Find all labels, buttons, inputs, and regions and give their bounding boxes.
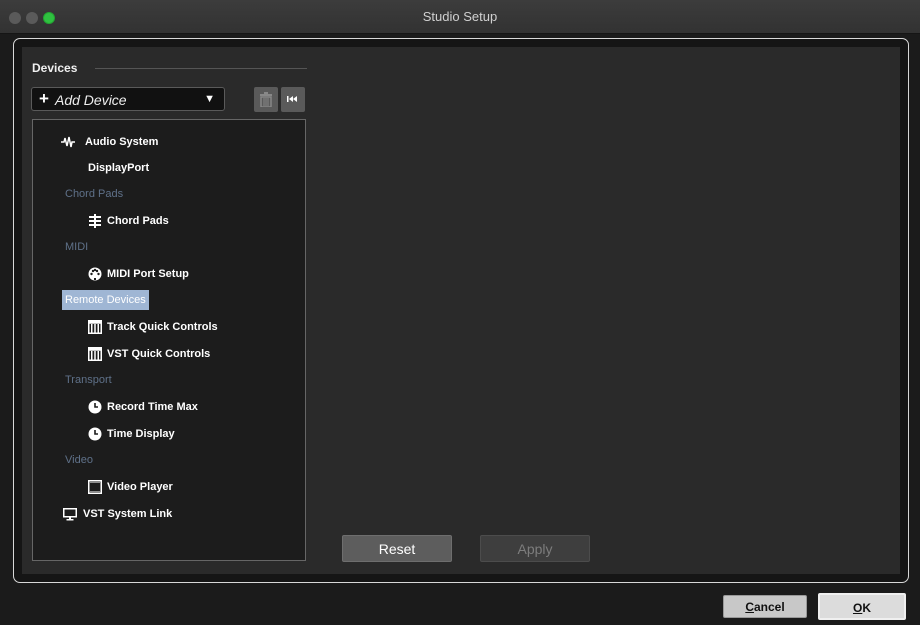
keyboard-icon [88,320,102,334]
tree-item-label: Chord Pads [107,215,169,227]
tree-item-label: DisplayPort [88,162,150,174]
tree-category-label: MIDI [65,241,89,253]
clock-icon [88,427,102,441]
tree-category-transport[interactable]: Transport [65,370,112,390]
dropdown-arrow-icon: ▼ [204,93,215,105]
ok-button[interactable]: OK [818,593,906,620]
add-device-dropdown[interactable]: + Add Device ▼ [31,87,225,111]
tree-item-label: Time Display [107,428,175,440]
monitor-icon [63,508,77,521]
tree-item-label: Audio System [85,136,159,148]
tree-item-label: MIDI Port Setup [107,268,189,280]
reset-device-button[interactable] [281,87,305,112]
chord-pads-icon [89,214,101,228]
cancel-button[interactable]: Cancel [723,595,807,618]
devices-header-divider [95,68,307,69]
rewind-to-start-icon [287,96,297,102]
tree-item-label: Video Player [107,481,173,493]
midi-port-icon [88,267,102,281]
tree-category-midi[interactable]: MIDI [65,237,88,257]
tree-item-label: Record Time Max [107,401,198,413]
tree-category-label: Chord Pads [65,188,124,200]
cancel-mnemonic: C [745,600,754,614]
tree-item-displayport[interactable]: DisplayPort [88,158,149,178]
device-tree[interactable]: Audio System DisplayPort Chord Pads Chor… [32,119,306,561]
reset-button[interactable]: Reset [342,535,452,562]
remove-device-button[interactable] [254,87,278,112]
tree-category-label: Video [65,454,93,466]
ok-label-rest: K [862,601,871,615]
tree-category-label: Transport [65,374,112,386]
add-device-label: Add Device [55,92,127,108]
ok-mnemonic: O [852,601,863,615]
window-title: Studio Setup [422,9,498,24]
tree-category-video[interactable]: Video [65,450,93,470]
film-frame-icon [88,480,102,494]
title-bar: Studio Setup [0,0,920,34]
tree-category-chord-pads[interactable]: Chord Pads [65,184,123,204]
plus-icon: + [39,89,49,108]
clock-icon [88,400,102,414]
cancel-label-rest: ancel [753,600,785,614]
audio-waveform-icon [61,136,75,148]
apply-button[interactable]: Apply [480,535,590,562]
tree-category-label: Remote Devices [65,294,146,306]
trash-icon [260,92,272,107]
tree-category-remote-devices[interactable]: Remote Devices [62,290,149,310]
tree-item-label: VST System Link [83,508,173,520]
tree-item-label: Track Quick Controls [107,321,218,333]
keyboard-icon [88,347,102,361]
tree-item-label: VST Quick Controls [107,348,211,360]
devices-header: Devices [32,61,78,75]
